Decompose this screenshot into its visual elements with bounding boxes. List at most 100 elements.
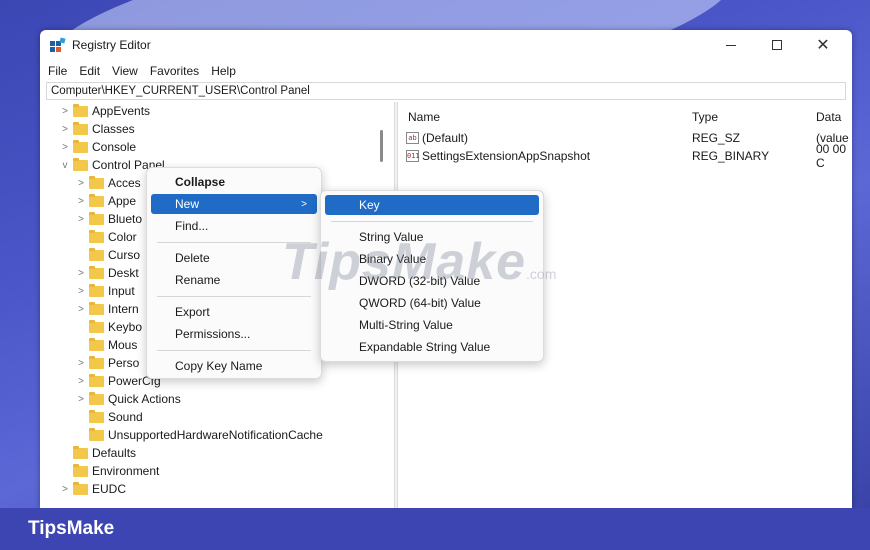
tree-item[interactable]: Defaults: [60, 444, 136, 462]
submenu-item-expandable-string-value[interactable]: Expandable String Value: [325, 337, 539, 357]
window-title: Registry Editor: [72, 38, 151, 52]
chevron-right-icon[interactable]: >: [60, 124, 70, 135]
tree-item-label: Keybo: [108, 320, 143, 334]
string-value-icon: ab: [406, 132, 419, 144]
chevron-right-icon[interactable]: >: [76, 196, 86, 207]
tree-item[interactable]: > Acces: [76, 174, 141, 192]
tree-item-label: Acces: [108, 176, 141, 190]
tree-item[interactable]: Mous: [76, 336, 137, 354]
folder-icon: [73, 103, 88, 117]
tree-item[interactable]: Sound: [76, 408, 143, 426]
tree-item[interactable]: UnsupportedHardwareNotificationCache: [76, 426, 323, 444]
menu-view[interactable]: View: [104, 62, 142, 80]
chevron-right-icon[interactable]: >: [76, 286, 86, 297]
folder-icon: [89, 283, 104, 297]
menu-item-permissions[interactable]: Permissions...: [151, 324, 317, 344]
maximize-button[interactable]: [754, 32, 800, 58]
folder-icon: [89, 337, 104, 351]
menu-favorites[interactable]: Favorites: [142, 62, 203, 80]
tree-item[interactable]: > Classes: [60, 120, 135, 138]
submenu-item-binary-value[interactable]: Binary Value: [325, 249, 539, 269]
chevron-right-icon[interactable]: >: [76, 358, 86, 369]
tree-item-label: AppEvents: [92, 104, 151, 118]
folder-icon: [89, 319, 104, 333]
tree-item[interactable]: > EUDC: [60, 480, 126, 498]
folder-icon: [89, 409, 104, 423]
binary-value-icon: 011: [406, 150, 420, 162]
tree-item[interactable]: > AppEvents: [60, 102, 150, 120]
column-header-data[interactable]: Data: [816, 110, 841, 124]
menu-item-delete[interactable]: Delete: [151, 248, 317, 268]
chevron-down-icon[interactable]: v: [60, 160, 70, 171]
menu-help[interactable]: Help: [203, 62, 240, 80]
address-bar[interactable]: Computer\HKEY_CURRENT_USER\Control Panel: [46, 82, 846, 100]
menu-item-collapse[interactable]: Collapse: [151, 172, 317, 192]
menu-file[interactable]: File: [40, 62, 71, 80]
menu-item-rename[interactable]: Rename: [151, 270, 317, 290]
close-icon: ✕: [816, 37, 830, 54]
context-menu: Collapse New > Find... Delete Rename Exp…: [146, 167, 322, 379]
submenu-item-string-value[interactable]: String Value: [325, 227, 539, 247]
folder-icon: [73, 463, 88, 477]
minimize-button[interactable]: [708, 32, 754, 58]
menu-item-new[interactable]: New >: [151, 194, 317, 214]
menu-item-export[interactable]: Export: [151, 302, 317, 322]
column-header-name[interactable]: Name: [408, 110, 440, 124]
maximize-icon: [772, 40, 782, 50]
menu-edit[interactable]: Edit: [71, 62, 104, 80]
menu-separator: [157, 296, 311, 297]
chevron-right-icon[interactable]: >: [60, 484, 70, 495]
tree-item[interactable]: > Console: [60, 138, 136, 156]
submenu-item-dword-value[interactable]: DWORD (32-bit) Value: [325, 271, 539, 291]
tree-item-label: Blueto: [108, 212, 143, 226]
chevron-right-icon[interactable]: >: [76, 178, 86, 189]
chevron-right-icon[interactable]: >: [60, 142, 70, 153]
tree-item-label: Perso: [108, 356, 140, 370]
chevron-right-icon[interactable]: >: [76, 304, 86, 315]
folder-icon: [89, 391, 104, 405]
tree-scrollbar-thumb[interactable]: [380, 130, 383, 162]
tree-item[interactable]: > Appe: [76, 192, 136, 210]
folder-icon: [73, 481, 88, 495]
tree-item-label: Deskt: [108, 266, 139, 280]
tree-item[interactable]: > Quick Actions: [76, 390, 181, 408]
tree-item-label: Environment: [92, 464, 160, 478]
tree-item-label: Curso: [108, 248, 141, 262]
folder-icon: [89, 265, 104, 279]
tree-item-label: EUDC: [92, 482, 127, 496]
chevron-right-icon[interactable]: >: [76, 394, 86, 405]
tree-item[interactable]: > Input: [76, 282, 135, 300]
tree-item[interactable]: Color: [76, 228, 137, 246]
close-button[interactable]: ✕: [800, 32, 846, 58]
chevron-right-icon[interactable]: >: [76, 376, 86, 387]
value-data: 00 00 C: [816, 142, 847, 170]
tree-item[interactable]: > Deskt: [76, 264, 139, 282]
chevron-right-icon[interactable]: >: [76, 214, 86, 225]
menu-item-copy-key-name[interactable]: Copy Key Name: [151, 356, 317, 376]
folder-icon: [89, 211, 104, 225]
tree-item-label: Mous: [108, 338, 138, 352]
tree-item[interactable]: > Intern: [76, 300, 139, 318]
column-header-type[interactable]: Type: [692, 110, 718, 124]
tree-item[interactable]: > Perso: [76, 354, 139, 372]
submenu-item-key[interactable]: Key: [325, 195, 539, 215]
submenu-item-multi-string-value[interactable]: Multi-String Value: [325, 315, 539, 335]
submenu-item-qword-value[interactable]: QWORD (64-bit) Value: [325, 293, 539, 313]
tree-item[interactable]: > Blueto: [76, 210, 142, 228]
chevron-right-icon[interactable]: >: [76, 268, 86, 279]
menu-item-find[interactable]: Find...: [151, 216, 317, 236]
folder-icon: [89, 373, 104, 387]
tree-item-label: Quick Actions: [108, 392, 181, 406]
tree-item[interactable]: Curso: [76, 246, 140, 264]
new-submenu: Key String Value Binary Value DWORD (32-…: [320, 190, 544, 362]
chevron-right-icon[interactable]: >: [60, 106, 70, 117]
folder-icon: [73, 139, 88, 153]
tree-item-label: UnsupportedHardwareNotificationCache: [108, 428, 323, 442]
title-bar[interactable]: Registry Editor ✕: [40, 30, 852, 60]
tree-item[interactable]: Environment: [60, 462, 159, 480]
value-row[interactable]: ab (Default): [406, 129, 468, 147]
folder-icon: [89, 355, 104, 369]
value-name: (Default): [422, 131, 469, 145]
tree-item[interactable]: Keybo: [76, 318, 142, 336]
value-row[interactable]: 011 SettingsExtensionAppSnapshot: [406, 147, 590, 165]
